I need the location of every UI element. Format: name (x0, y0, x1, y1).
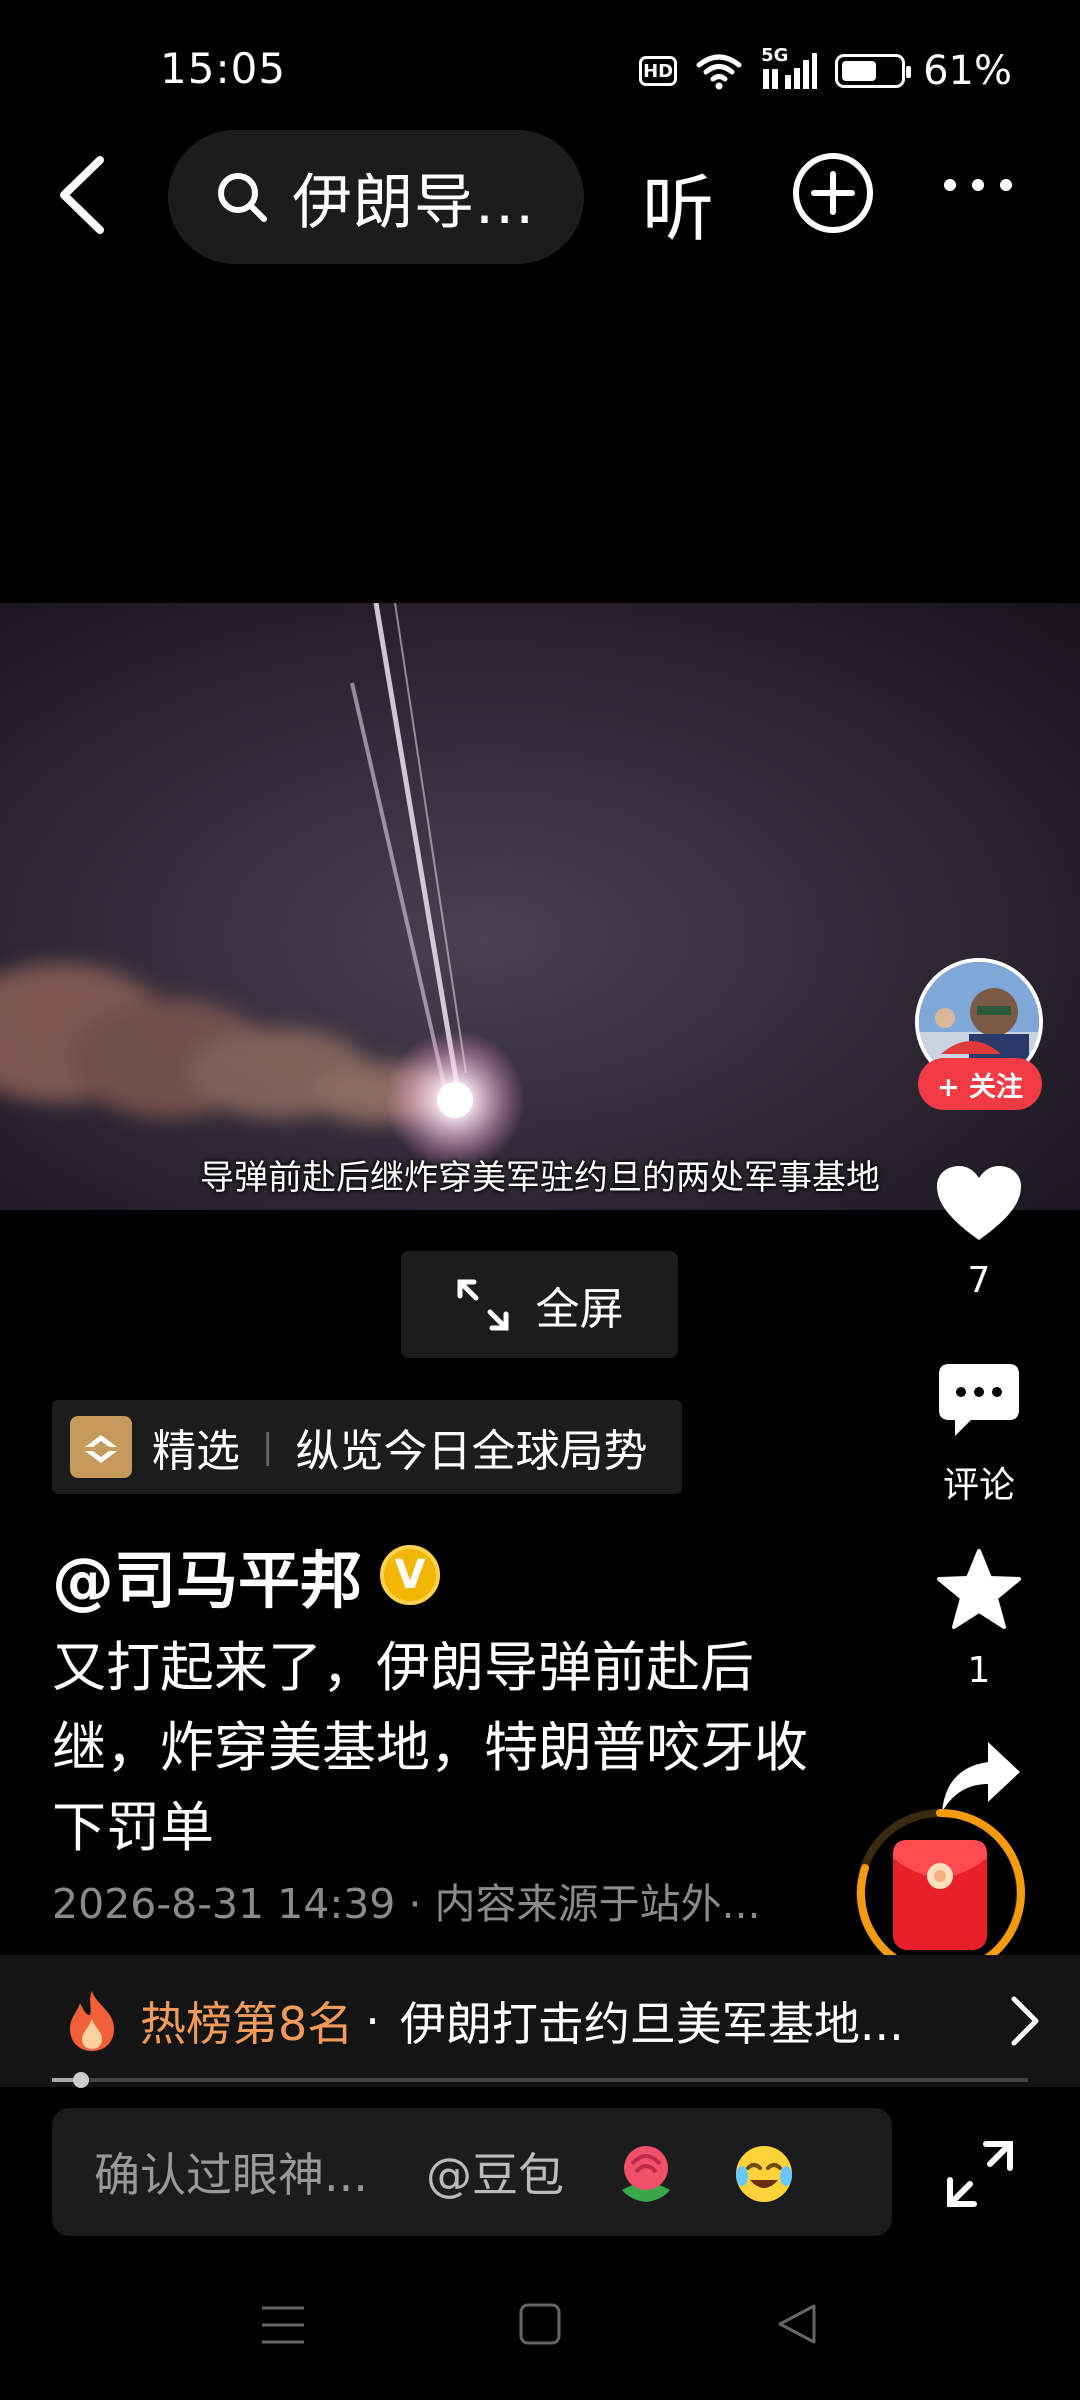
verified-badge: V (380, 1545, 441, 1605)
favorite-count: 1 (967, 1650, 991, 1691)
author-name: @司马平邦 (52, 1544, 363, 1617)
laugh-cry-emoji-icon[interactable] (728, 2136, 800, 2208)
comment-label[interactable]: 评论 (919, 1456, 1039, 1508)
system-nav-bar (0, 2270, 1080, 2400)
author-name-row[interactable]: @司马平邦 V (52, 1530, 441, 1620)
hot-title: 伊朗打击约旦美军基地... (399, 1997, 904, 2051)
back-icon[interactable] (48, 150, 118, 240)
red-packet-icon[interactable] (855, 1808, 1025, 1978)
channel-logo-icon (70, 1416, 132, 1478)
post-meta: 2026-8-31 14:39 · 内容来源于站外... (52, 1880, 761, 1928)
playback-progress-thumb[interactable] (73, 2072, 89, 2088)
home-nav-icon[interactable] (516, 2300, 564, 2348)
menu-nav-icon[interactable] (258, 2300, 308, 2350)
heart-icon[interactable] (935, 1164, 1023, 1244)
follow-button[interactable]: + 关注 (918, 1058, 1042, 1110)
back-nav-icon[interactable] (774, 2300, 822, 2348)
add-circle-icon[interactable] (790, 150, 876, 236)
playback-progress-track[interactable] (52, 2078, 1028, 2082)
battery-icon (835, 54, 912, 88)
video-player[interactable] (0, 603, 1080, 1210)
signal-icon: 5G (761, 45, 818, 91)
status-icons: HD 5G 61% (639, 45, 1012, 94)
listen-button[interactable]: 听 (642, 150, 714, 255)
search-icon (218, 173, 267, 222)
post-text: 又打起来了，伊朗导弹前赴后继，炸穿美基地，特朗普咬牙收下罚单 (52, 1636, 808, 1859)
channel-name: 纵览今日全球局势 (295, 1426, 648, 1477)
channel-tag: 精选 (152, 1426, 240, 1477)
more-icon[interactable] (942, 170, 1014, 200)
hot-rank: 热榜第8名 (140, 1997, 354, 2051)
comment-icon[interactable] (937, 1362, 1021, 1440)
hot-list-bar[interactable]: 热榜第8名 · 伊朗打击约旦美军基地... (0, 1955, 1080, 2087)
search-query: 伊朗导... (292, 167, 536, 238)
search-bar[interactable]: 伊朗导... (168, 130, 584, 264)
fullscreen-label: 全屏 (535, 1283, 624, 1335)
hot-separator: · (365, 1994, 380, 2048)
like-count: 7 (967, 1260, 991, 1301)
chevron-right-icon[interactable] (1010, 1995, 1040, 2047)
fire-icon (70, 1991, 114, 2051)
comment-input[interactable]: 确认过眼神... @豆包 (52, 2108, 892, 2236)
fullscreen-button[interactable]: 全屏 (401, 1251, 678, 1358)
share-icon[interactable] (938, 1740, 1022, 1814)
rose-emoji-icon[interactable] (610, 2136, 682, 2208)
video-frame (0, 603, 1080, 1210)
expand-icon[interactable] (946, 2140, 1014, 2208)
wifi-icon (696, 54, 742, 90)
status-time: 15:05 (160, 44, 287, 93)
star-icon[interactable] (936, 1548, 1022, 1630)
video-subtitle: 导弹前赴后继炸穿美军驻约旦的两处军事基地 (200, 1158, 880, 1198)
battery-percent: 61% (923, 48, 1012, 94)
channel-separator: | (262, 1427, 274, 1467)
hd-icon: HD (639, 56, 678, 86)
comment-placeholder: 确认过眼神... (94, 2148, 368, 2202)
mention-doubao[interactable]: @豆包 (426, 2139, 564, 2205)
fullscreen-icon (457, 1279, 508, 1330)
channel-badge[interactable]: 精选 | 纵览今日全球局势 (52, 1400, 682, 1494)
